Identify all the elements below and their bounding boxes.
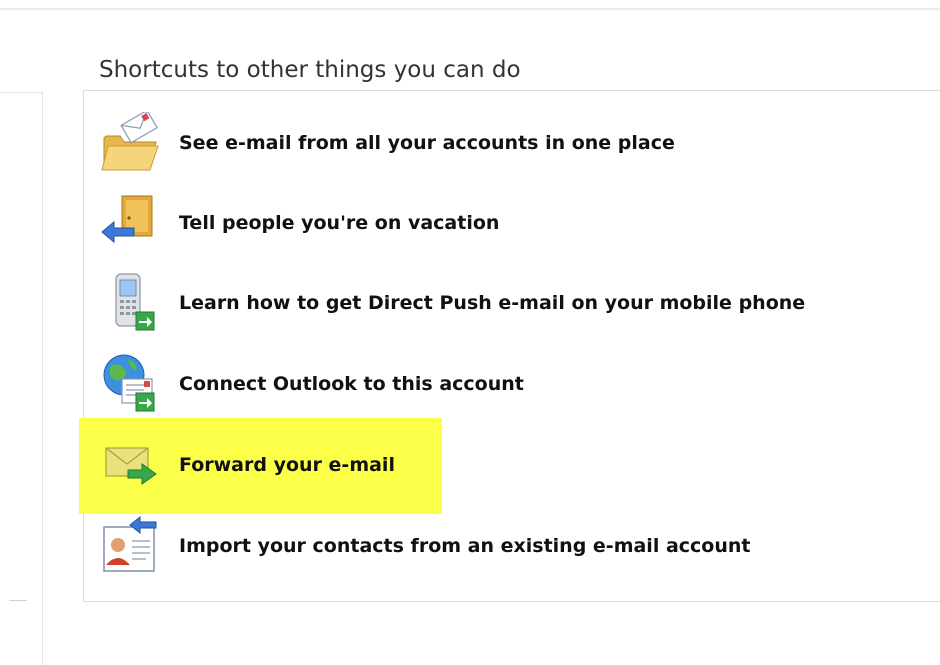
section-title: Shortcuts to other things you can do bbox=[99, 57, 521, 83]
shortcut-vacation[interactable]: Tell people you're on vacation bbox=[100, 191, 499, 255]
shortcut-label: Connect Outlook to this account bbox=[179, 373, 524, 395]
shortcut-direct-push[interactable]: Learn how to get Direct Push e-mail on y… bbox=[100, 271, 805, 335]
globe-mail-icon bbox=[100, 353, 162, 415]
shortcut-label: See e-mail from all your accounts in one… bbox=[179, 132, 675, 154]
shortcut-import-contacts[interactable]: Import your contacts from an existing e-… bbox=[100, 514, 750, 578]
contact-card-import-icon bbox=[100, 515, 162, 577]
shortcut-see-all-email[interactable]: See e-mail from all your accounts in one… bbox=[100, 109, 675, 175]
folder-with-mail-icon bbox=[100, 109, 162, 174]
shortcut-label: Learn how to get Direct Push e-mail on y… bbox=[179, 292, 806, 314]
shortcut-forward-email[interactable]: Forward your e-mail bbox=[100, 433, 395, 497]
shortcut-label: Import your contacts from an existing e-… bbox=[179, 535, 751, 557]
shortcut-label: Forward your e-mail bbox=[179, 454, 395, 476]
top-divider-shadow bbox=[0, 9, 940, 12]
left-pane-border bbox=[42, 92, 43, 665]
shortcut-label: Tell people you're on vacation bbox=[179, 212, 500, 234]
forward-envelope-icon bbox=[100, 434, 162, 496]
mobile-phone-icon bbox=[100, 272, 162, 334]
left-pane-divider bbox=[9, 600, 27, 601]
left-pane-border-top bbox=[0, 92, 42, 93]
shortcut-connect-outlook[interactable]: Connect Outlook to this account bbox=[100, 352, 524, 416]
door-exit-icon bbox=[100, 192, 162, 254]
